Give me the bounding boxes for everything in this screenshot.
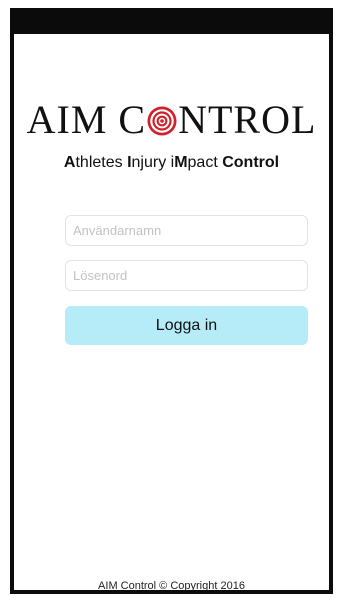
wifi-icon xyxy=(87,16,100,26)
status-time: 12:08 xyxy=(154,13,189,29)
target-icon xyxy=(147,99,177,136)
status-left: TELIA xyxy=(22,14,100,28)
battery-icon xyxy=(301,16,323,26)
battery-fill xyxy=(303,18,317,24)
status-right: 76 % xyxy=(243,14,323,28)
tagline-letter-m: M xyxy=(174,154,188,171)
username-input[interactable] xyxy=(65,215,308,246)
phone-screen: TELIA 12:08 76 % AIM C NTROL Athletes In… xyxy=(10,8,333,594)
carrier-label: TELIA xyxy=(50,14,84,28)
app-logo: AIM C NTROL xyxy=(14,96,329,143)
signal-dots-icon xyxy=(22,19,46,23)
tagline-letter-a: A xyxy=(63,154,76,171)
copyright-footer: AIM Control © Copyright 2016 xyxy=(98,580,245,592)
login-button[interactable]: Logga in xyxy=(65,306,308,345)
moon-icon xyxy=(243,16,252,26)
logo-text-end: NTROL xyxy=(178,97,317,142)
alarm-icon xyxy=(256,16,266,26)
password-input[interactable] xyxy=(65,260,308,291)
tagline-injury-rest: njury i xyxy=(131,154,175,171)
status-bar: TELIA 12:08 76 % xyxy=(14,8,329,34)
logo-text-start: AIM C xyxy=(26,97,147,142)
tagline-control: Control xyxy=(222,154,280,171)
tagline-impact-rest: pact xyxy=(187,154,223,171)
battery-percent: 76 % xyxy=(269,14,297,28)
tagline-athletes-rest: thletes xyxy=(75,154,128,171)
tagline: Athletes Injury iMpact Control xyxy=(14,154,329,172)
